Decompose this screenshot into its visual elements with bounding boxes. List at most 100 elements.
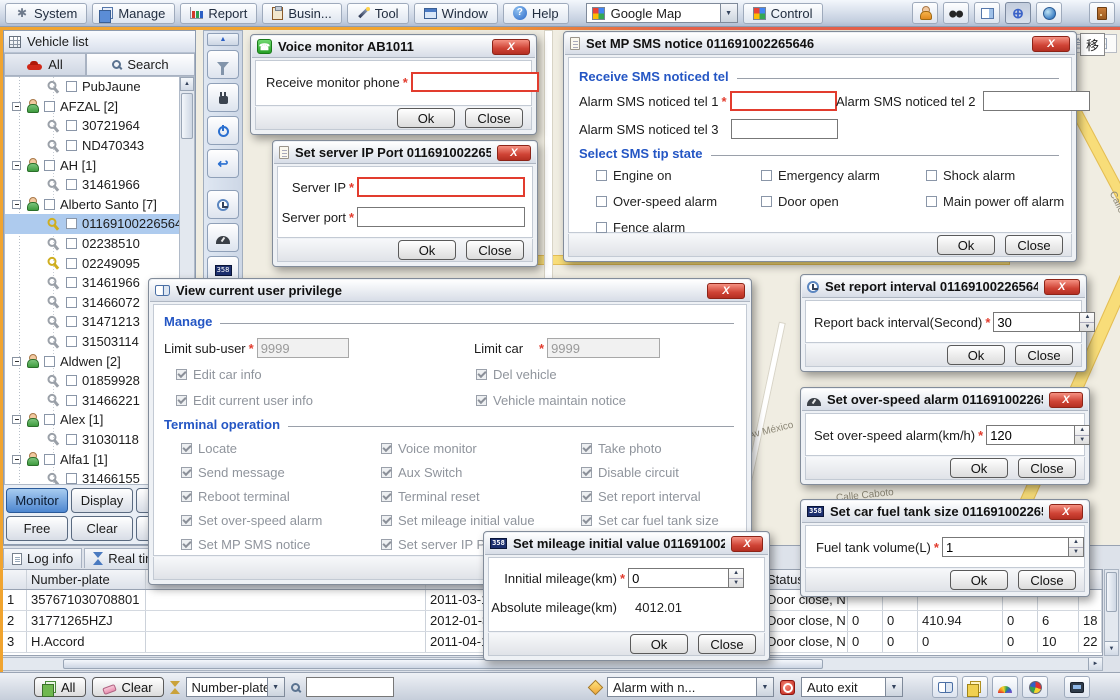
vehicle-checkbox[interactable] bbox=[66, 336, 77, 347]
display-button[interactable]: Display bbox=[71, 488, 133, 513]
tree-item-vehicle[interactable]: PubJaune bbox=[5, 77, 194, 97]
checkbox[interactable] bbox=[761, 170, 772, 181]
close-icon[interactable]: X bbox=[492, 39, 530, 55]
checkbox[interactable] bbox=[596, 222, 607, 233]
menu-business[interactable]: Busin... bbox=[262, 3, 341, 24]
vehicle-checkbox[interactable] bbox=[66, 434, 77, 445]
chevron-down-icon[interactable]: ▼ bbox=[886, 677, 903, 697]
vehicle-checkbox[interactable] bbox=[66, 140, 77, 151]
dialog-titlebar[interactable]: Set server IP Port 011691002265646 X bbox=[274, 142, 536, 164]
tree-item-vehicle[interactable]: ND470343 bbox=[5, 136, 194, 156]
server-port-field[interactable] bbox=[357, 207, 525, 227]
tab-all[interactable]: All bbox=[4, 53, 86, 76]
scroll-up-arrow[interactable]: ▲ bbox=[180, 77, 194, 91]
close-icon[interactable]: X bbox=[1032, 36, 1070, 52]
clear-button[interactable]: Clear bbox=[71, 516, 133, 541]
checkbox[interactable] bbox=[926, 170, 937, 181]
ok-button[interactable]: Ok bbox=[950, 570, 1008, 590]
checkbox[interactable] bbox=[596, 170, 607, 181]
interval-field[interactable] bbox=[993, 312, 1079, 332]
ok-button[interactable]: Ok bbox=[947, 345, 1005, 365]
dialog-titlebar[interactable]: 358 Set mileage initial value 0116910022… bbox=[485, 533, 768, 555]
user-info-button[interactable] bbox=[912, 2, 938, 24]
tree-item-group[interactable]: AFZAL [2] bbox=[5, 97, 194, 117]
ok-button[interactable]: Ok bbox=[950, 458, 1008, 478]
checkbox-checked-disabled[interactable] bbox=[381, 539, 392, 550]
group-checkbox[interactable] bbox=[44, 160, 55, 171]
spin-up[interactable]: ▲ bbox=[1069, 538, 1083, 548]
disable-circuit-tool-button[interactable] bbox=[207, 83, 239, 112]
tree-item-group[interactable]: Alberto Santo [7] bbox=[5, 195, 194, 215]
collapse-icon[interactable] bbox=[12, 200, 21, 209]
reboot-tool-button[interactable] bbox=[207, 116, 239, 145]
server-ip-field[interactable] bbox=[357, 177, 525, 197]
tree-item-vehicle[interactable]: 30721964 bbox=[5, 116, 194, 136]
close-icon[interactable]: X bbox=[497, 145, 531, 161]
statistics-button[interactable] bbox=[1022, 676, 1048, 698]
alarm-tel1-field[interactable] bbox=[730, 91, 837, 111]
menu-system[interactable]: ✱System bbox=[5, 3, 87, 24]
monitor-view-button[interactable] bbox=[943, 2, 969, 24]
checkbox-checked-disabled[interactable] bbox=[381, 515, 392, 526]
tree-item-vehicle[interactable]: 02249095 bbox=[5, 253, 194, 273]
show-all-button[interactable]: All bbox=[34, 677, 86, 697]
free-button[interactable]: Free bbox=[6, 516, 68, 541]
group-checkbox[interactable] bbox=[44, 454, 55, 465]
checkbox-checked-disabled[interactable] bbox=[581, 443, 592, 454]
vehicle-checkbox[interactable] bbox=[66, 218, 77, 229]
checkbox-checked-disabled[interactable] bbox=[181, 539, 192, 550]
menu-report[interactable]: Report bbox=[180, 3, 257, 24]
theme-button[interactable] bbox=[992, 676, 1018, 698]
dialog-titlebar[interactable]: Set report interval 011691002265646 X bbox=[802, 276, 1085, 298]
menu-tool[interactable]: Tool bbox=[347, 3, 409, 24]
menu-manage[interactable]: Manage bbox=[92, 3, 175, 24]
dialog-titlebar[interactable]: ☎ Voice monitor AB1011 X bbox=[252, 36, 535, 58]
menu-help[interactable]: ?Help bbox=[503, 3, 569, 24]
scroll-thumb[interactable] bbox=[181, 93, 193, 139]
vehicle-checkbox[interactable] bbox=[66, 238, 77, 249]
collapse-icon[interactable] bbox=[12, 357, 21, 366]
vehicle-checkbox[interactable] bbox=[66, 277, 77, 288]
close-button[interactable]: Close bbox=[1018, 570, 1076, 590]
collapse-icon[interactable] bbox=[12, 102, 21, 111]
clear-log-button[interactable]: Clear bbox=[92, 677, 163, 697]
filter-field-select[interactable]: Number-plate ▼ bbox=[186, 677, 285, 697]
menu-window[interactable]: Window bbox=[414, 3, 498, 24]
spin-down[interactable]: ▼ bbox=[1080, 323, 1094, 332]
checkbox-checked-disabled[interactable] bbox=[176, 369, 187, 380]
vehicle-checkbox[interactable] bbox=[66, 316, 77, 327]
tree-item-vehicle[interactable]: 31461966 bbox=[5, 175, 194, 195]
close-button[interactable]: Close bbox=[466, 240, 524, 260]
receive-phone-field[interactable] bbox=[411, 72, 539, 92]
group-checkbox[interactable] bbox=[44, 414, 55, 425]
fuel-volume-field[interactable] bbox=[942, 537, 1068, 557]
map-provider-select[interactable]: Google Map ▼ bbox=[586, 3, 738, 23]
scroll-thumb[interactable] bbox=[1106, 572, 1117, 612]
checkbox-checked-disabled[interactable] bbox=[181, 467, 192, 478]
dialog-titlebar[interactable]: 358 Set car fuel tank size 0116910022656… bbox=[802, 501, 1088, 523]
vehicle-checkbox[interactable] bbox=[66, 81, 77, 92]
alarm-mode-select[interactable]: Alarm with n... ▼ bbox=[607, 677, 774, 697]
checkbox-checked-disabled[interactable] bbox=[381, 491, 392, 502]
close-button[interactable]: Close bbox=[1015, 345, 1073, 365]
log-vertical-scrollbar[interactable]: ▼ bbox=[1104, 569, 1119, 656]
close-icon[interactable]: X bbox=[1049, 504, 1083, 520]
map-view-button[interactable] bbox=[1036, 2, 1062, 24]
locate-button[interactable]: ⊕ bbox=[1005, 2, 1031, 24]
close-button[interactable]: Close bbox=[698, 634, 756, 654]
ok-button[interactable]: Ok bbox=[630, 634, 688, 654]
close-icon[interactable]: X bbox=[1049, 392, 1083, 408]
filter-tool-button[interactable] bbox=[207, 50, 239, 79]
plate-search-input[interactable] bbox=[306, 677, 394, 697]
scroll-right-arrow[interactable]: ► bbox=[1088, 658, 1102, 670]
tab-log-info[interactable]: Log info bbox=[3, 548, 82, 568]
group-checkbox[interactable] bbox=[44, 101, 55, 112]
spin-down[interactable]: ▼ bbox=[1069, 548, 1083, 557]
alarm-tel2-field[interactable] bbox=[983, 91, 1090, 111]
spin-up[interactable]: ▲ bbox=[1075, 426, 1089, 436]
close-icon[interactable]: X bbox=[707, 283, 745, 299]
vehicle-checkbox[interactable] bbox=[66, 120, 77, 131]
checkbox[interactable] bbox=[926, 196, 937, 207]
tree-item-group[interactable]: AH [1] bbox=[5, 155, 194, 175]
checkbox-checked-disabled[interactable] bbox=[581, 515, 592, 526]
